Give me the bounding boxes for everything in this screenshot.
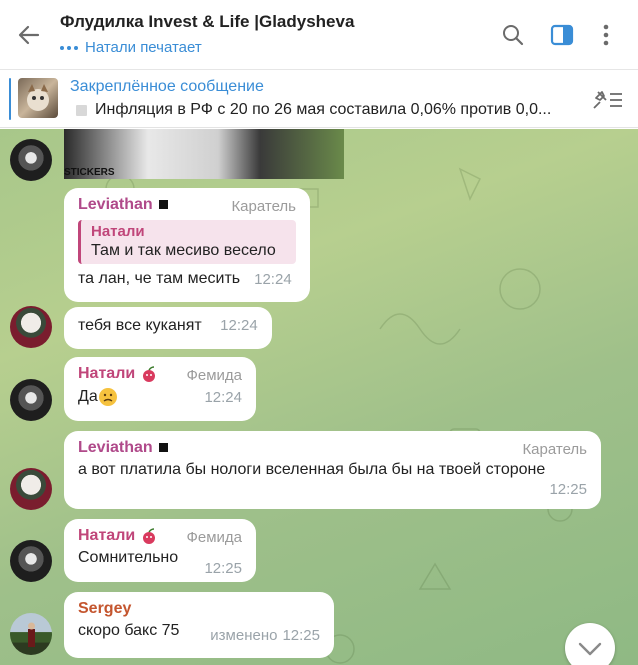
member-title: Каратель (522, 441, 587, 458)
message-bubble[interactable]: Sergey скоро бакс 75 изменено 12:25 (64, 592, 334, 658)
more-menu-icon[interactable] (593, 22, 619, 48)
author-name[interactable]: Натали (78, 527, 135, 544)
message-list[interactable]: STICKERS Leviathan Каратель Натали Там и… (0, 129, 638, 665)
pinned-preview: Инфляция в РФ с 20 по 26 мая составила 0… (76, 101, 551, 119)
member-title: Каратель (231, 198, 296, 215)
author-name[interactable]: Leviathan (78, 196, 153, 213)
sticker-label: STICKERS (64, 167, 115, 178)
pinned-message-bar[interactable]: Закреплённое сообщение Инфляция в РФ с 2… (0, 70, 638, 128)
message-bubble[interactable]: Leviathan Каратель а вот платила бы ноло… (64, 431, 601, 509)
side-panel-icon[interactable] (549, 22, 575, 48)
message-bubble[interactable]: тебя все куканят 12:24 (64, 307, 272, 349)
message-text: Да (78, 388, 98, 405)
message-bubble[interactable]: Натали Фемида Сомнительно 12:25 (64, 519, 256, 582)
scroll-to-bottom-button[interactable] (565, 623, 615, 665)
message-time: 12:24 (204, 388, 242, 406)
reply-text: Там и так месиво весело (91, 242, 276, 259)
typing-status: Натали печатает (60, 39, 202, 56)
avatar[interactable] (10, 379, 52, 421)
confused-emoji-icon (98, 387, 118, 407)
message-bubble[interactable]: Leviathan Каратель Натали Там и так меси… (64, 188, 310, 302)
avatar[interactable] (10, 540, 52, 582)
message-text: тебя все куканят (78, 317, 202, 334)
message-text: скоро бакс 75 (78, 622, 180, 639)
badge-icon (158, 200, 168, 210)
message-time: 12:25 (204, 560, 242, 577)
chat-title[interactable]: Флудилка Invest & Life |Gladysheva (60, 12, 354, 32)
message-text: а вот платила бы нологи вселенная была б… (78, 461, 546, 478)
member-title: Фемида (186, 367, 242, 384)
pinned-text: Инфляция в РФ с 20 по 26 мая составила 0… (95, 101, 552, 118)
avatar[interactable] (10, 613, 52, 655)
message-time: 12:24 (220, 317, 258, 334)
pinned-thumbnail (18, 78, 58, 118)
pin-list-icon[interactable] (590, 86, 624, 112)
cherry-emoji-icon (140, 366, 158, 382)
chat-header: Флудилка Invest & Life |Gladysheva Натал… (0, 0, 638, 70)
message-time: 12:25 (282, 627, 320, 644)
author-name[interactable]: Sergey (78, 600, 320, 618)
avatar[interactable] (10, 468, 52, 510)
search-icon[interactable] (500, 22, 526, 48)
pinned-indicator (9, 78, 11, 120)
member-title: Фемида (186, 529, 242, 546)
media-placeholder-icon (76, 104, 87, 116)
author-name[interactable]: Натали (78, 365, 135, 382)
avatar[interactable] (10, 139, 52, 181)
badge-icon (158, 443, 168, 453)
message-bubble[interactable]: Натали Фемида Да 12:24 (64, 357, 256, 421)
chevron-down-icon (578, 642, 602, 656)
pinned-title: Закреплённое сообщение (70, 78, 264, 95)
message-time: 12:24 (254, 271, 292, 288)
typing-status-text: Натали печатает (85, 39, 202, 56)
author-line: Leviathan (78, 439, 587, 457)
back-arrow-icon[interactable] (14, 20, 44, 50)
typing-dots-icon (60, 45, 78, 50)
author-name[interactable]: Leviathan (78, 439, 153, 456)
cherry-emoji-icon (140, 528, 158, 544)
avatar[interactable] (10, 306, 52, 348)
message-text: та лан, че там месить (78, 270, 241, 287)
message-text: Сомнительно (78, 549, 179, 566)
message-edited: изменено (210, 627, 278, 644)
reply-author: Натали (91, 223, 145, 240)
message-time: 12:25 (549, 481, 587, 498)
reply-quote[interactable]: Натали Там и так месиво весело (78, 220, 296, 264)
